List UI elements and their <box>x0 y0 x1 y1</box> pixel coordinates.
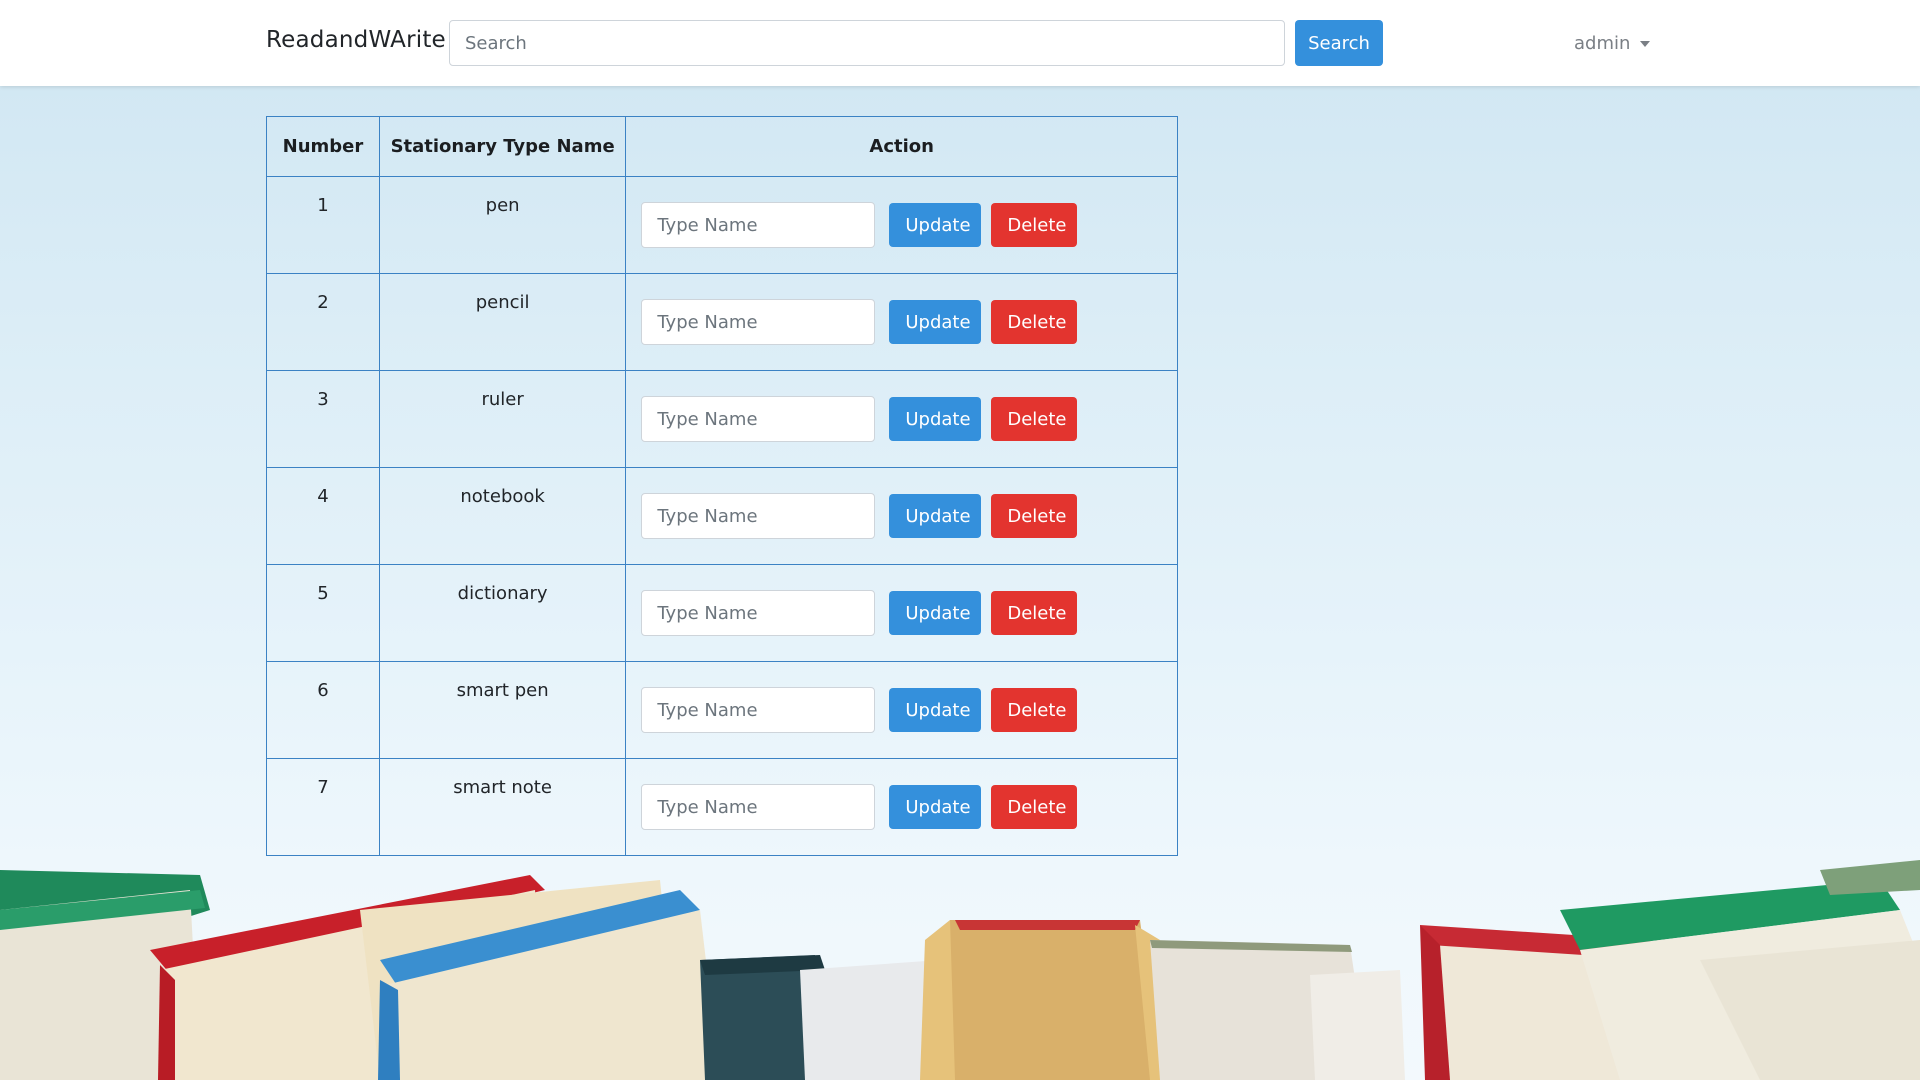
delete-button[interactable]: Delete <box>991 688 1078 732</box>
type-name-input[interactable] <box>641 590 876 636</box>
delete-button[interactable]: Delete <box>991 203 1078 247</box>
row-type-name: dictionary <box>378 564 627 662</box>
row-action-cell: UpdateDelete <box>625 564 1178 662</box>
update-button[interactable]: Update <box>889 591 982 635</box>
row-type-name: notebook <box>378 467 627 565</box>
table-row: 4notebook UpdateDelete <box>266 467 1178 565</box>
table-row: 1pen UpdateDelete <box>266 176 1178 274</box>
chevron-down-icon <box>1640 41 1651 47</box>
row-type-name: smart note <box>378 758 627 856</box>
type-name-input[interactable] <box>641 396 876 442</box>
update-button[interactable]: Update <box>889 688 982 732</box>
search-button[interactable]: Search <box>1295 20 1383 66</box>
row-actions: UpdateDelete <box>641 687 1177 733</box>
brand-logo[interactable]: ReadandWArite <box>266 27 446 53</box>
update-button[interactable]: Update <box>889 397 982 441</box>
row-type-name: pen <box>378 176 627 274</box>
update-button[interactable]: Update <box>889 494 982 538</box>
row-action-cell: UpdateDelete <box>625 176 1178 274</box>
row-number: 3 <box>266 370 380 468</box>
row-number: 6 <box>266 661 380 759</box>
delete-button[interactable]: Delete <box>991 591 1078 635</box>
row-actions: UpdateDelete <box>641 590 1177 636</box>
row-type-name: ruler <box>378 370 627 468</box>
row-number: 2 <box>266 273 380 371</box>
user-name: admin <box>1574 32 1631 54</box>
stationary-type-table: Number Stationary Type Name Action 1pen U… <box>266 116 1178 856</box>
delete-button[interactable]: Delete <box>991 785 1078 829</box>
row-number: 4 <box>266 467 380 565</box>
delete-button[interactable]: Delete <box>991 397 1078 441</box>
table-row: 7smart note UpdateDelete <box>266 758 1178 856</box>
type-name-input[interactable] <box>641 299 876 345</box>
table-row: 5dictionary UpdateDelete <box>266 564 1178 662</box>
row-action-cell: UpdateDelete <box>625 467 1178 565</box>
type-name-input[interactable] <box>641 202 876 248</box>
row-action-cell: UpdateDelete <box>625 273 1178 371</box>
user-dropdown[interactable]: admin <box>1574 30 1651 56</box>
type-name-input[interactable] <box>641 687 876 733</box>
type-name-input[interactable] <box>641 784 876 830</box>
row-action-cell: UpdateDelete <box>625 758 1178 856</box>
row-type-name: pencil <box>378 273 627 371</box>
row-number: 5 <box>266 564 380 662</box>
header-number: Number <box>266 116 380 177</box>
update-button[interactable]: Update <box>889 300 982 344</box>
row-actions: UpdateDelete <box>641 202 1177 248</box>
table-row: 2pencil UpdateDelete <box>266 273 1178 371</box>
row-action-cell: UpdateDelete <box>625 370 1178 468</box>
table-row: 6smart pen UpdateDelete <box>266 661 1178 759</box>
row-number: 1 <box>266 176 380 274</box>
delete-button[interactable]: Delete <box>991 300 1078 344</box>
books-background-image <box>0 860 1920 1080</box>
search-input[interactable] <box>449 20 1285 66</box>
row-actions: UpdateDelete <box>641 396 1177 442</box>
row-actions: UpdateDelete <box>641 784 1177 830</box>
header-type-name: Stationary Type Name <box>378 116 627 177</box>
update-button[interactable]: Update <box>889 203 982 247</box>
row-number: 7 <box>266 758 380 856</box>
type-name-input[interactable] <box>641 493 876 539</box>
row-actions: UpdateDelete <box>641 299 1177 345</box>
table-row: 3ruler UpdateDelete <box>266 370 1178 468</box>
table-header-row: Number Stationary Type Name Action <box>266 116 1178 177</box>
header-action: Action <box>625 116 1178 177</box>
delete-button[interactable]: Delete <box>991 494 1078 538</box>
row-action-cell: UpdateDelete <box>625 661 1178 759</box>
top-navbar: ReadandWArite Search admin <box>0 0 1920 86</box>
update-button[interactable]: Update <box>889 785 982 829</box>
row-actions: UpdateDelete <box>641 493 1177 539</box>
row-type-name: smart pen <box>378 661 627 759</box>
